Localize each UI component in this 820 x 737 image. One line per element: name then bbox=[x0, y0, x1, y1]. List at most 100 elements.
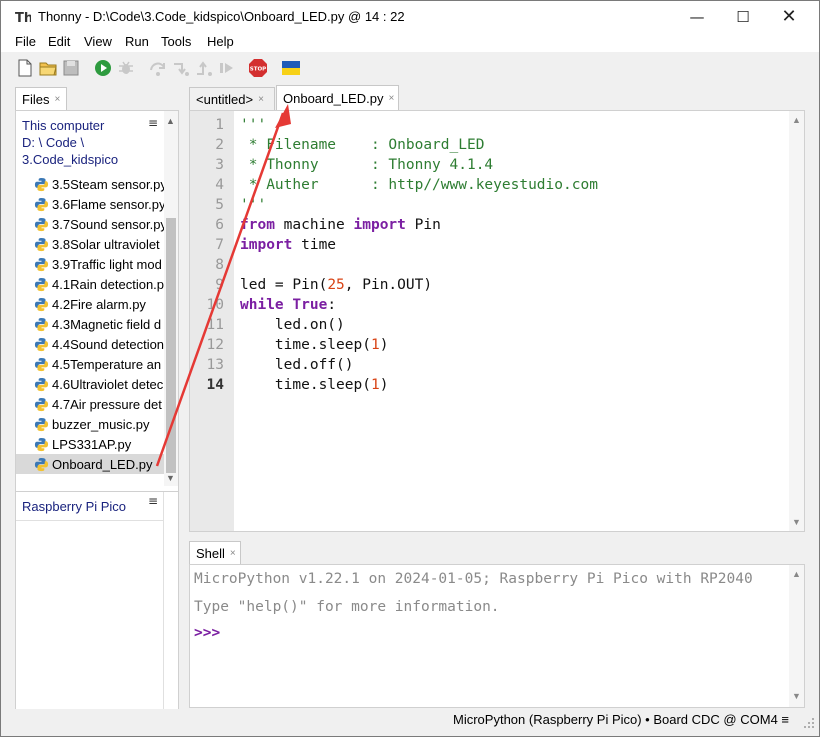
python-file-icon bbox=[34, 437, 49, 451]
file-name: 3.6Flame sensor.py bbox=[52, 196, 164, 212]
shell-banner: MicroPython v1.22.1 on 2024-01-05; Raspb… bbox=[194, 571, 753, 587]
line-number: 2 bbox=[215, 137, 224, 153]
menu-run[interactable]: Run bbox=[125, 34, 149, 49]
file-list-item[interactable]: 4.7Air pressure det bbox=[16, 394, 164, 414]
file-list-item[interactable]: 4.3Magnetic field d bbox=[16, 314, 164, 334]
menu-view[interactable]: View bbox=[84, 34, 112, 49]
shell-prompt[interactable]: >>> bbox=[194, 625, 220, 641]
line-number: 5 bbox=[215, 197, 224, 213]
tab-files[interactable]: Files × bbox=[15, 87, 67, 110]
file-list-item[interactable]: 4.1Rain detection.p bbox=[16, 274, 164, 294]
scroll-up-icon[interactable]: ▲ bbox=[792, 115, 801, 125]
step-out-icon[interactable] bbox=[194, 58, 214, 78]
tab-untitled[interactable]: <untitled> × bbox=[189, 87, 275, 110]
shell-help-text: Type "help()" for more information. bbox=[194, 599, 500, 615]
menu-file[interactable]: File bbox=[15, 34, 36, 49]
save-icon[interactable] bbox=[61, 58, 81, 78]
scroll-up-icon[interactable]: ▲ bbox=[166, 116, 175, 126]
step-into-icon[interactable] bbox=[171, 58, 191, 78]
debug-icon[interactable] bbox=[116, 58, 136, 78]
scroll-down-icon[interactable]: ▼ bbox=[166, 473, 175, 483]
scroll-up-icon[interactable]: ▲ bbox=[792, 569, 801, 579]
file-list-item[interactable]: 3.8Solar ultraviolet bbox=[16, 234, 164, 254]
menu-tools[interactable]: Tools bbox=[161, 34, 191, 49]
scroll-down-icon[interactable]: ▼ bbox=[792, 691, 801, 701]
code-line-10: while True: bbox=[240, 297, 337, 313]
code-line-1: ''' bbox=[240, 117, 267, 133]
menu-help[interactable]: Help bbox=[207, 34, 234, 49]
divider bbox=[163, 492, 164, 730]
line-number: 10 bbox=[206, 297, 224, 313]
file-list-item[interactable]: 4.2Fire alarm.py bbox=[16, 294, 164, 314]
run-icon[interactable] bbox=[93, 58, 113, 78]
breadcrumb: This computer D: \ Code \ 3.Code_kidspic… bbox=[22, 117, 118, 168]
python-file-icon bbox=[34, 257, 49, 271]
step-over-icon[interactable] bbox=[148, 58, 168, 78]
menu-bar: File Edit View Run Tools Help bbox=[1, 32, 819, 52]
shell-scrollbar[interactable]: ▲ ▼ bbox=[789, 565, 804, 707]
file-list-item[interactable]: 3.9Traffic light mod bbox=[16, 254, 164, 274]
shell-tab-bar: Shell × bbox=[189, 541, 805, 564]
title-bar: Th Thonny - D:\Code\3.Code_kidspico\Onbo… bbox=[1, 1, 819, 32]
file-list: 3.5Steam sensor.py 3.6Flame sensor.py 3.7S… bbox=[16, 174, 164, 474]
file-list-item[interactable]: 4.5Temperature an bbox=[16, 354, 164, 374]
python-file-icon bbox=[34, 337, 49, 351]
resume-icon[interactable] bbox=[217, 58, 237, 78]
interpreter-status[interactable]: MicroPython (Raspberry Pi Pico) • Board … bbox=[453, 712, 789, 727]
editor-scrollbar[interactable]: ▲ ▼ bbox=[789, 111, 804, 531]
path-drive[interactable]: D: \ Code \ bbox=[22, 134, 118, 151]
tab-shell-label: Shell bbox=[196, 545, 225, 561]
close-icon[interactable]: × bbox=[258, 94, 264, 105]
line-number: 14 bbox=[206, 377, 224, 393]
file-list-item[interactable]: Onboard_LED.py bbox=[16, 454, 164, 474]
file-list-item[interactable]: buzzer_music.py bbox=[16, 414, 164, 434]
file-list-item[interactable]: LPS331AP.py bbox=[16, 434, 164, 454]
line-number: 1 bbox=[215, 117, 224, 133]
ukraine-flag-icon[interactable] bbox=[281, 58, 301, 78]
window-title: Thonny - D:\Code\3.Code_kidspico\Onboard… bbox=[38, 9, 405, 24]
file-list-item[interactable]: 4.4Sound detection bbox=[16, 334, 164, 354]
file-name: 3.9Traffic light mod bbox=[52, 256, 162, 272]
scroll-down-icon[interactable]: ▼ bbox=[792, 517, 801, 527]
open-folder-icon[interactable] bbox=[38, 58, 58, 78]
device-label[interactable]: Raspberry Pi Pico bbox=[22, 499, 126, 514]
files-scrollbar[interactable]: ▲ ▼ bbox=[164, 111, 178, 486]
line-number: 7 bbox=[215, 237, 224, 253]
scroll-thumb[interactable] bbox=[166, 218, 176, 473]
device-panel: ≡ Raspberry Pi Pico bbox=[15, 491, 179, 731]
close-icon[interactable]: × bbox=[54, 94, 60, 105]
files-panel: This computer D: \ Code \ 3.Code_kidspic… bbox=[15, 110, 179, 530]
code-editor[interactable]: 1 2 3 4 5 6 7 8 9 10 11 12 13 14 ''' * Filename : Onb… bbox=[189, 110, 805, 532]
stop-label: STOP bbox=[250, 67, 266, 73]
resize-grip-icon[interactable] bbox=[803, 717, 815, 729]
files-menu-icon[interactable]: ≡ bbox=[148, 116, 158, 130]
new-file-icon[interactable] bbox=[15, 58, 35, 78]
close-icon[interactable]: × bbox=[388, 93, 394, 104]
tab-shell[interactable]: Shell × bbox=[189, 541, 241, 564]
file-name: 4.2Fire alarm.py bbox=[52, 296, 146, 312]
code-line-12: time.sleep(1) bbox=[240, 337, 389, 353]
line-number: 11 bbox=[206, 317, 224, 333]
stop-icon[interactable]: STOP bbox=[248, 58, 268, 78]
tab-onboard-led[interactable]: Onboard_LED.py × bbox=[276, 85, 399, 110]
file-list-item[interactable]: 3.7Sound sensor.py bbox=[16, 214, 164, 234]
close-button[interactable]: ✕ bbox=[766, 1, 812, 32]
maximize-button[interactable]: ☐ bbox=[720, 1, 766, 32]
file-list-item[interactable]: 3.5Steam sensor.py bbox=[16, 174, 164, 194]
path-folder[interactable]: 3.Code_kidspico bbox=[22, 151, 118, 168]
file-name: 3.8Solar ultraviolet bbox=[52, 236, 160, 252]
path-this-computer[interactable]: This computer bbox=[22, 117, 118, 134]
python-file-icon bbox=[34, 377, 49, 391]
file-list-item[interactable]: 3.6Flame sensor.py bbox=[16, 194, 164, 214]
shell-console[interactable]: MicroPython v1.22.1 on 2024-01-05; Raspb… bbox=[189, 564, 805, 708]
file-list-item[interactable]: 4.6Ultraviolet detec bbox=[16, 374, 164, 394]
divider bbox=[16, 520, 164, 521]
code-line-11: led.on() bbox=[240, 317, 345, 333]
code-line-4: * Auther : http//www.keyestudio.com bbox=[240, 177, 598, 193]
minimize-button[interactable]: — bbox=[674, 1, 720, 32]
line-number-gutter: 1 2 3 4 5 6 7 8 9 10 11 12 13 14 bbox=[190, 111, 234, 531]
menu-edit[interactable]: Edit bbox=[48, 34, 70, 49]
close-icon[interactable]: × bbox=[230, 548, 236, 559]
device-menu-icon[interactable]: ≡ bbox=[148, 494, 158, 508]
code-line-7: import time bbox=[240, 237, 337, 253]
